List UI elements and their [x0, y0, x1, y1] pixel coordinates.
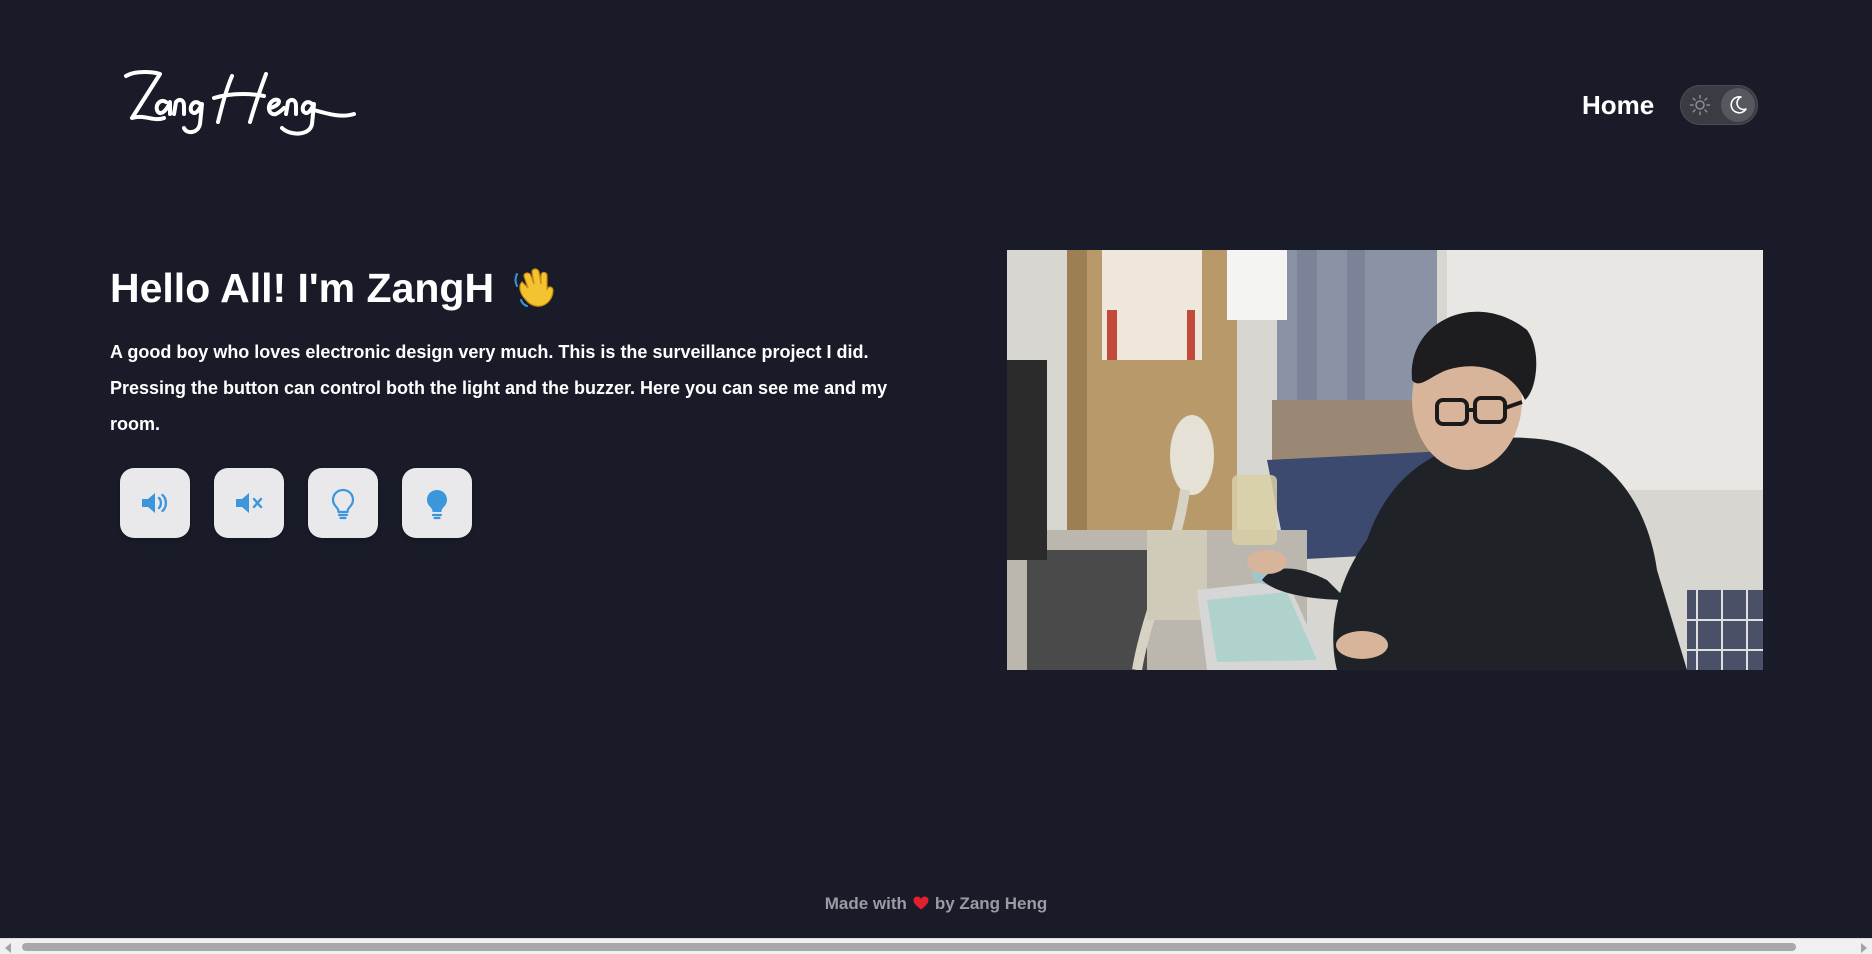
waving-hand-icon: [514, 268, 554, 307]
hero-title: Hello All! I'm ZangH: [110, 262, 558, 312]
theme-toggle[interactable]: [1680, 85, 1758, 125]
lightbulb-filled-icon: [427, 490, 447, 520]
light-off-button[interactable]: [308, 468, 378, 538]
site-logo[interactable]: [114, 62, 374, 142]
toggle-knob: [1721, 88, 1755, 122]
heart-icon: [913, 896, 929, 910]
footer: Made with by Zang Heng: [0, 894, 1872, 914]
footer-suffix: by Zang Heng: [934, 894, 1048, 913]
nav-home-link[interactable]: Home: [1582, 90, 1654, 121]
buzzer-on-button[interactable]: [120, 468, 190, 538]
horizontal-scrollbar[interactable]: [0, 938, 1872, 954]
volume-up-icon: [142, 493, 168, 513]
hero-description: A good boy who loves electronic design v…: [110, 342, 888, 434]
sun-icon: [1689, 94, 1711, 116]
scrollbar-thumb[interactable]: [22, 943, 1796, 951]
footer-prefix: Made with: [824, 894, 907, 913]
volume-mute-icon: [236, 493, 263, 513]
logo-script-icon: [124, 70, 356, 136]
lightbulb-outline-icon: [331, 488, 355, 520]
camera-frame-image: [1007, 250, 1763, 670]
scroll-right-arrow-icon[interactable]: [1861, 943, 1867, 953]
page: Home Hello All! I'm ZangH A good boy who…: [0, 0, 1872, 954]
moon-icon: [1730, 96, 1747, 114]
scroll-left-arrow-icon[interactable]: [5, 943, 11, 953]
buzzer-off-button[interactable]: [214, 468, 284, 538]
light-on-button[interactable]: [402, 468, 472, 538]
camera-feed: [1007, 250, 1763, 670]
hero-title-text: Hello All! I'm ZangH: [110, 265, 495, 311]
